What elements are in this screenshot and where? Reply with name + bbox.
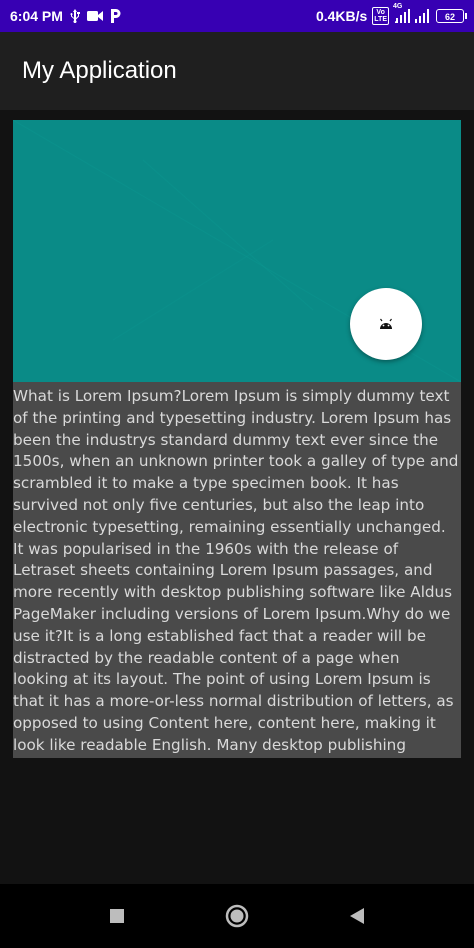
status-left: 6:04 PM bbox=[10, 8, 121, 24]
navigation-bar bbox=[0, 884, 474, 948]
circle-icon bbox=[225, 904, 249, 928]
parking-icon bbox=[109, 9, 121, 23]
network-type: 4G bbox=[393, 3, 403, 10]
status-time: 6:04 PM bbox=[10, 8, 63, 24]
triangle-back-icon bbox=[350, 908, 364, 924]
app-bar: My Application bbox=[0, 32, 474, 110]
status-right: 0.4KB/s Vo LTE 4G 62 bbox=[315, 3, 467, 25]
battery-icon: 62 bbox=[436, 9, 467, 23]
status-bar: 6:04 PM 0.4KB/s Vo LTE 4G 62 bbox=[0, 0, 474, 32]
usb-icon bbox=[69, 9, 81, 23]
back-button[interactable] bbox=[337, 896, 377, 936]
volte-icon: Vo LTE bbox=[372, 7, 389, 25]
body-text: What is Lorem Ipsum?Lorem Ipsum is simpl… bbox=[13, 387, 459, 758]
android-fab[interactable] bbox=[350, 288, 422, 360]
video-icon bbox=[86, 10, 103, 22]
signal-icon-2 bbox=[415, 9, 431, 23]
battery-level: 62 bbox=[444, 11, 455, 22]
recents-button[interactable] bbox=[97, 896, 137, 936]
signal-icon: 4G bbox=[393, 3, 410, 23]
network-speed: 0.4KB/s bbox=[315, 8, 368, 24]
home-button[interactable] bbox=[217, 896, 257, 936]
app-title: My Application bbox=[22, 57, 177, 84]
square-icon bbox=[110, 909, 124, 923]
text-panel: What is Lorem Ipsum?Lorem Ipsum is simpl… bbox=[13, 382, 461, 758]
android-icon bbox=[380, 318, 392, 329]
